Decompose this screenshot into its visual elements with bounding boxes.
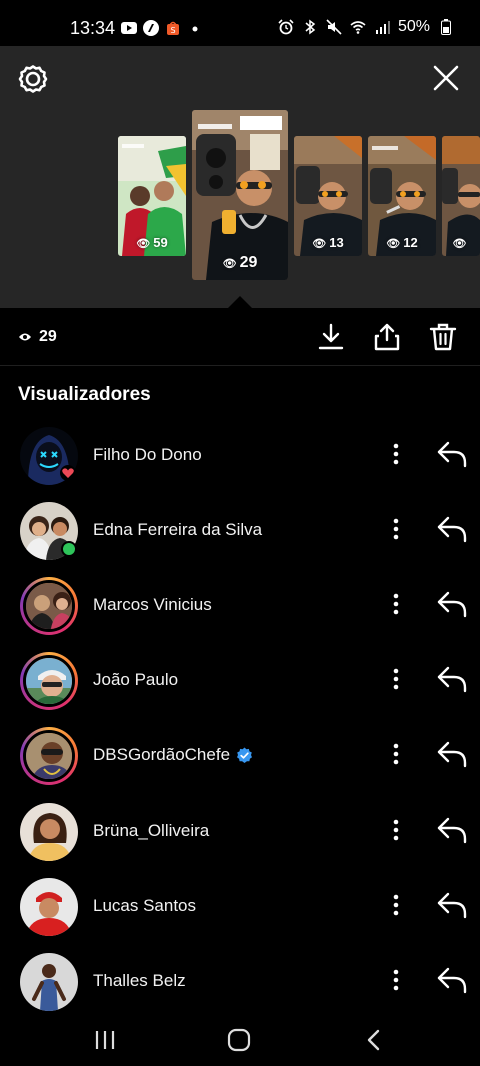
story-carousel-panel: 👁 59 👁 29 👁 13 👁 12 👁 [0, 46, 480, 308]
avatar-image [20, 878, 78, 936]
more-options-icon[interactable] [384, 741, 408, 767]
status-time: 13:34 [70, 18, 116, 38]
close-icon[interactable] [430, 62, 462, 94]
viewer-name: Lucas Santos [93, 896, 197, 915]
viewer-name: Thalles Belz [93, 971, 186, 990]
avatar[interactable] [20, 803, 78, 861]
viewer-row[interactable]: Filho Do Dono [0, 415, 480, 491]
online-status-indicator [61, 541, 77, 557]
story-thumbnail-selected[interactable]: 👁 29 [192, 110, 288, 280]
selected-story-pointer [228, 296, 252, 308]
eye-icon [19, 333, 31, 341]
verified-badge-icon [237, 747, 253, 763]
viewer-row[interactable]: Edna Ferreira da Silva [0, 490, 480, 566]
viewer-row[interactable]: Marcos Vinicius [0, 565, 480, 641]
viewer-name: Edna Ferreira da Silva [93, 520, 263, 539]
avatar-image [26, 733, 72, 779]
home-icon[interactable] [226, 1028, 252, 1052]
story-views-count: 59 [153, 235, 168, 250]
story-views-count: 12 [403, 235, 418, 250]
dot-icon [192, 26, 198, 32]
viewer-name: Filho Do Dono [93, 445, 202, 464]
share-icon[interactable] [372, 322, 402, 352]
viewer-name: DBSGordãoChefe [93, 745, 231, 764]
recent-apps-icon[interactable] [92, 1028, 118, 1052]
viewer-name: Brüna_Olliveira [93, 821, 210, 840]
viewer-row[interactable]: DBSGordãoChefe [0, 715, 480, 791]
story-thumbnail[interactable]: 👁 13 [294, 136, 362, 256]
wifi-icon [350, 21, 366, 34]
reply-icon[interactable] [436, 664, 468, 694]
viewer-row[interactable]: João Paulo [0, 640, 480, 716]
viewer-row[interactable]: Thalles Belz [0, 941, 480, 1017]
more-options-icon[interactable] [384, 591, 408, 617]
more-options-icon[interactable] [384, 892, 408, 918]
avatar-image [26, 583, 72, 629]
battery-icon [441, 19, 451, 35]
reply-icon[interactable] [436, 815, 468, 845]
reply-icon[interactable] [436, 589, 468, 619]
avatar-image [20, 953, 78, 1011]
story-thumbnail[interactable]: 👁 59 [118, 136, 186, 256]
heart-like-badge [60, 465, 76, 481]
viewer-name: João Paulo [93, 670, 179, 689]
story-thumbnail[interactable]: 👁 12 [368, 136, 436, 256]
more-options-icon[interactable] [384, 516, 408, 542]
heart-icon [62, 468, 74, 478]
avatar-image [26, 658, 72, 704]
avatar-with-story-ring[interactable] [20, 652, 78, 710]
more-options-icon[interactable] [384, 817, 408, 843]
settings-gear-icon[interactable] [17, 63, 49, 95]
signal-icon [375, 21, 390, 34]
back-icon[interactable] [362, 1028, 388, 1052]
status-bar: 13:34 S 50% [0, 0, 480, 46]
viewer-row[interactable]: Lucas Santos [0, 866, 480, 942]
svg-text:S: S [170, 26, 175, 35]
mute-icon [326, 19, 342, 35]
more-options-icon[interactable] [384, 967, 408, 993]
avatar[interactable] [20, 878, 78, 936]
app-icon [143, 20, 159, 36]
viewer-name: Marcos Vinicius [93, 595, 212, 614]
viewers-section-title: Visualizadores [18, 384, 151, 405]
youtube-icon [121, 22, 137, 34]
story-views-count: 29 [239, 254, 258, 271]
avatar-with-story-ring[interactable] [20, 577, 78, 635]
avatar[interactable] [20, 953, 78, 1011]
more-options-icon[interactable] [384, 441, 408, 467]
viewer-row[interactable]: Brüna_Olliveira [0, 791, 480, 867]
reply-icon[interactable] [436, 439, 468, 469]
story-thumbnail[interactable]: 👁 [442, 136, 480, 256]
selected-story-views: 29 [39, 328, 57, 345]
battery-percent: 50% [397, 18, 430, 35]
avatar-with-story-ring[interactable] [20, 727, 78, 785]
reply-icon[interactable] [436, 965, 468, 995]
story-actions-bar: 29 [0, 308, 480, 366]
alarm-icon [278, 19, 294, 35]
trash-icon[interactable] [428, 322, 458, 352]
reply-icon[interactable] [436, 890, 468, 920]
bluetooth-icon [305, 19, 316, 35]
shopee-icon: S [167, 21, 179, 35]
more-options-icon[interactable] [384, 666, 408, 692]
avatar-image [20, 803, 78, 861]
download-icon[interactable] [316, 322, 346, 352]
system-navigation-bar [0, 1012, 480, 1066]
reply-icon[interactable] [436, 739, 468, 769]
reply-icon[interactable] [436, 514, 468, 544]
story-views-count: 13 [329, 235, 344, 250]
